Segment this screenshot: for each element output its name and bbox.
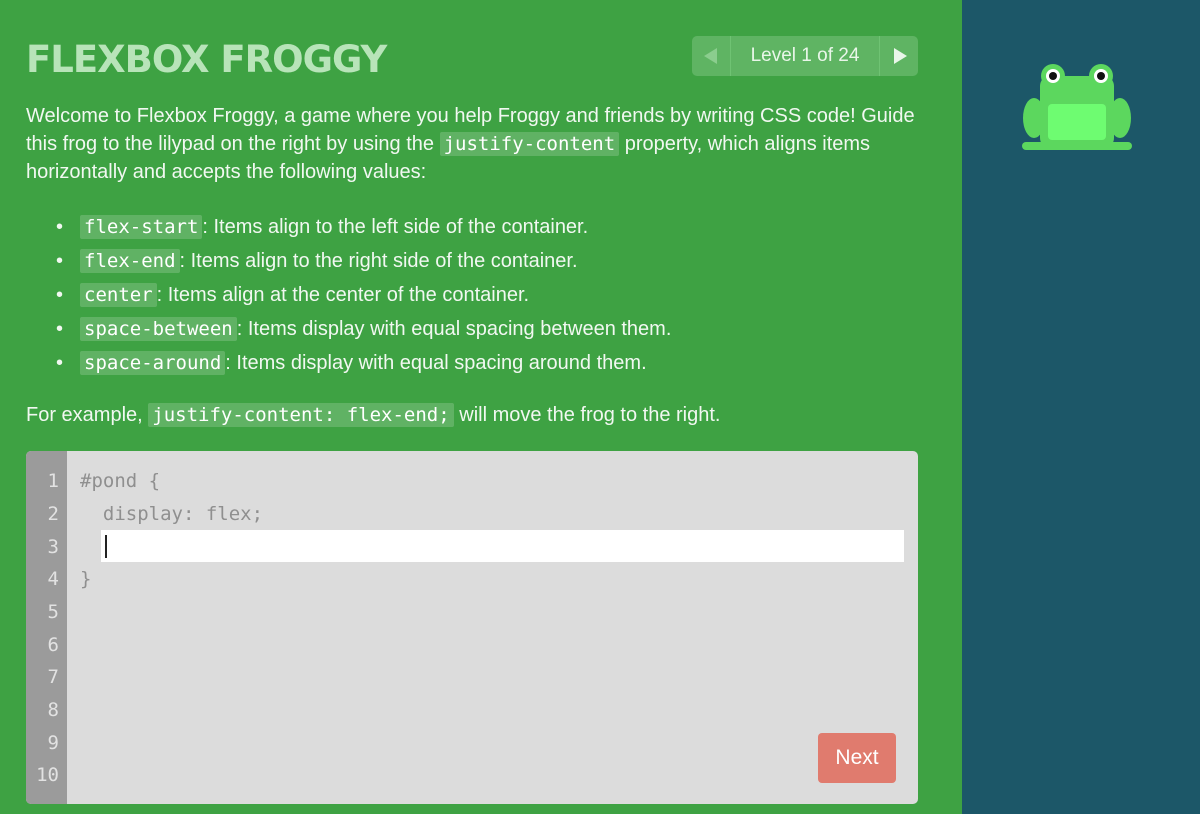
bullet: • (56, 284, 64, 306)
bullet: • (56, 318, 64, 340)
next-button[interactable]: Next (818, 733, 896, 783)
value-code: flex-end (80, 249, 180, 273)
css-editor: 1 2 3 4 5 6 7 8 9 10 #pond { display: fl… (26, 451, 918, 804)
bullet: • (56, 352, 64, 374)
line-number: 6 (47, 634, 59, 656)
line-number: 8 (47, 699, 59, 721)
value-description: : Items align at the center of the conta… (156, 284, 530, 306)
example-code: justify-content: flex-end; (148, 403, 454, 427)
instructions: Welcome to Flexbox Froggy, a game where … (26, 102, 926, 186)
property-code: justify-content (439, 132, 620, 156)
value-code: space-around (80, 351, 226, 375)
example-paragraph: For example, justify-content: flex-end; … (26, 400, 926, 430)
list-item: • center: Items align at the center of th… (26, 278, 926, 312)
intro-paragraph: Welcome to Flexbox Froggy, a game where … (26, 102, 926, 186)
values-list: • flex-start: Items align to the left sid… (26, 210, 926, 380)
line-number: 7 (47, 666, 59, 688)
list-item: • flex-start: Items align to the left sid… (26, 210, 926, 244)
level-navigator: Level 1 of 24 (692, 36, 918, 76)
value-description: : Items align to the right side of the c… (179, 250, 578, 272)
list-item: • flex-end: Items align to the right side… (26, 244, 926, 278)
line-number: 10 (36, 764, 59, 786)
line-number-gutter: 1 2 3 4 5 6 7 8 9 10 (26, 451, 67, 804)
list-item: • space-between: Items display with equal… (26, 312, 926, 346)
line-number: 9 (47, 732, 59, 754)
level-indicator[interactable]: Level 1 of 24 (730, 36, 880, 76)
value-description: : Items display with equal spacing betwe… (236, 318, 672, 340)
next-level-button[interactable] (879, 36, 918, 76)
list-item: • space-around: Items display with equal … (26, 346, 926, 380)
css-code-input[interactable] (101, 530, 904, 562)
example-text: For example, (26, 404, 149, 426)
code-line-display: display: flex; (80, 503, 264, 525)
line-number: 5 (47, 601, 59, 623)
line-number: 1 (47, 470, 59, 492)
line-number: 2 (47, 503, 59, 525)
code-line-selector: #pond { (80, 470, 161, 492)
previous-level-button[interactable] (692, 36, 731, 76)
triangle-right-icon (894, 48, 907, 64)
example-text-end: will move the frog to the right. (453, 404, 721, 426)
value-code: space-between (80, 317, 237, 341)
bullet: • (56, 250, 64, 272)
text-caret (105, 535, 107, 558)
code-line-closing-brace: } (80, 568, 92, 590)
game-title: FLEXBOX FROGGY (26, 38, 387, 81)
bullet: • (56, 216, 64, 238)
line-number: 4 (47, 568, 59, 590)
line-number: 3 (47, 536, 59, 558)
triangle-left-icon (704, 48, 717, 64)
value-code: flex-start (80, 215, 203, 239)
sidebar: FLEXBOX FROGGY Level 1 of 24 Welcome to … (0, 0, 962, 814)
value-description: : Items display with equal spacing aroun… (225, 352, 647, 374)
value-description: : Items align to the left side of the co… (202, 216, 589, 238)
value-code: center (80, 283, 157, 307)
frog-icon (1022, 64, 1132, 150)
